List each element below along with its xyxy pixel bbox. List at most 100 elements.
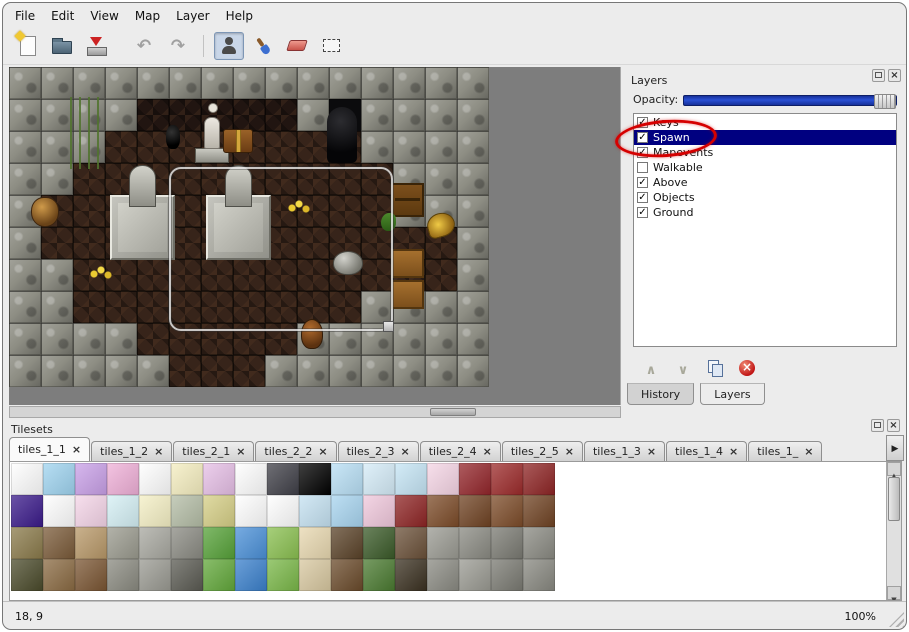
tileset-tile[interactable] — [139, 463, 171, 495]
tilesets-close-button[interactable] — [887, 419, 900, 432]
tileset-tab-tiles_2_3[interactable]: tiles_2_3 — [338, 441, 419, 461]
tileset-tile[interactable] — [523, 495, 555, 527]
tab-close-icon[interactable] — [647, 445, 656, 458]
tileset-tile[interactable] — [427, 463, 459, 495]
selection-rect[interactable] — [169, 167, 393, 331]
tileset-tab-tiles_1_[interactable]: tiles_1_ — [748, 441, 822, 461]
tab-history[interactable]: History — [627, 383, 694, 405]
tileset-tab-tiles_1_3[interactable]: tiles_1_3 — [584, 441, 665, 461]
tileset-tile[interactable] — [107, 527, 139, 559]
tileset-tile[interactable] — [11, 527, 43, 559]
layer-row-spawn[interactable]: ✓Spawn — [634, 130, 896, 145]
layer-row-above[interactable]: ✓Above — [634, 175, 896, 190]
tileset-tab-tiles_2_4[interactable]: tiles_2_4 — [420, 441, 501, 461]
layer-row-mapevents[interactable]: ✓Mapevents — [634, 145, 896, 160]
eraser-tool-button[interactable] — [282, 32, 312, 60]
tileset-tile[interactable] — [427, 559, 459, 591]
tileset-tile[interactable] — [491, 495, 523, 527]
tab-close-icon[interactable] — [400, 445, 409, 458]
select-tool-button[interactable] — [316, 32, 346, 60]
duplicate-layer-button[interactable] — [707, 360, 723, 376]
tab-close-icon[interactable] — [729, 445, 738, 458]
tileset-tab-tiles_1_4[interactable]: tiles_1_4 — [666, 441, 747, 461]
menu-item-file[interactable]: File — [7, 6, 43, 26]
tileset-tile[interactable] — [331, 559, 363, 591]
tileset-tile[interactable] — [203, 495, 235, 527]
tileset-vertical-scrollbar[interactable] — [886, 462, 901, 600]
tileset-tile[interactable] — [491, 463, 523, 495]
tileset-tile[interactable] — [43, 527, 75, 559]
tileset-tile[interactable] — [363, 559, 395, 591]
scrollbar-thumb[interactable] — [888, 477, 900, 521]
tileset-tile[interactable] — [75, 559, 107, 591]
tileset-tile[interactable] — [267, 463, 299, 495]
tileset-tile[interactable] — [139, 559, 171, 591]
tileset-tile[interactable] — [331, 495, 363, 527]
open-button[interactable] — [47, 32, 77, 60]
tileset-tile[interactable] — [43, 463, 75, 495]
layer-visibility-checkbox[interactable]: ✓ — [637, 207, 648, 218]
move-layer-up-button[interactable] — [643, 359, 659, 378]
tileset-tab-tiles_2_5[interactable]: tiles_2_5 — [502, 441, 583, 461]
selection-resize-handle[interactable] — [383, 321, 394, 332]
layer-visibility-checkbox[interactable]: ✓ — [637, 117, 648, 128]
tileset-tile[interactable] — [459, 463, 491, 495]
tileset-tile[interactable] — [363, 527, 395, 559]
undo-button[interactable] — [129, 32, 159, 60]
menu-item-view[interactable]: View — [82, 6, 126, 26]
tileset-tile[interactable] — [43, 559, 75, 591]
event-tool-button[interactable] — [214, 32, 244, 60]
tileset-tile[interactable] — [523, 527, 555, 559]
tab-close-icon[interactable] — [72, 443, 81, 456]
tileset-tile[interactable] — [267, 559, 299, 591]
tileset-tile[interactable] — [427, 527, 459, 559]
map-viewport[interactable] — [9, 67, 621, 405]
tileset-tile[interactable] — [523, 559, 555, 591]
tab-close-icon[interactable] — [565, 445, 574, 458]
tileset-tile[interactable] — [267, 527, 299, 559]
new-button[interactable] — [13, 32, 43, 60]
panel-close-button[interactable] — [888, 69, 901, 82]
tileset-tile[interactable] — [171, 527, 203, 559]
tileset-tile[interactable] — [171, 463, 203, 495]
tilesets-float-button[interactable] — [871, 419, 884, 432]
tileset-tile[interactable] — [203, 463, 235, 495]
tileset-tile[interactable] — [235, 463, 267, 495]
tileset-tile[interactable] — [427, 495, 459, 527]
tileset-tile[interactable] — [299, 463, 331, 495]
tileset-tile[interactable] — [75, 495, 107, 527]
tileset-tile[interactable] — [299, 495, 331, 527]
scrollbar-thumb[interactable] — [430, 408, 476, 416]
tileset-tile[interactable] — [171, 559, 203, 591]
redo-button[interactable] — [163, 32, 193, 60]
tileset-tab-tiles_2_2[interactable]: tiles_2_2 — [255, 441, 336, 461]
tileset-tile[interactable] — [11, 559, 43, 591]
tab-scroll-right-button[interactable] — [886, 435, 904, 461]
move-layer-down-button[interactable] — [675, 359, 691, 378]
tileset-tile[interactable] — [107, 495, 139, 527]
tileset-tile[interactable] — [395, 527, 427, 559]
tileset-tile[interactable] — [235, 495, 267, 527]
tab-layers[interactable]: Layers — [700, 383, 764, 405]
tileset-tile[interactable] — [43, 495, 75, 527]
tab-close-icon[interactable] — [236, 445, 245, 458]
tab-close-icon[interactable] — [154, 445, 163, 458]
tileset-tile[interactable] — [107, 559, 139, 591]
tileset-tile[interactable] — [459, 559, 491, 591]
tileset-tile[interactable] — [171, 495, 203, 527]
opacity-slider[interactable] — [683, 95, 897, 106]
tileset-tile[interactable] — [331, 527, 363, 559]
resize-grip[interactable] — [889, 612, 904, 627]
layer-row-objects[interactable]: ✓Objects — [634, 190, 896, 205]
layer-row-walkable[interactable]: Walkable — [634, 160, 896, 175]
tileset-tile[interactable] — [331, 463, 363, 495]
tileset-tile[interactable] — [299, 559, 331, 591]
tileset-tile[interactable] — [395, 495, 427, 527]
tab-close-icon[interactable] — [318, 445, 327, 458]
delete-layer-button[interactable] — [739, 360, 755, 376]
brush-tool-button[interactable] — [248, 32, 278, 60]
tileset-tile[interactable] — [395, 463, 427, 495]
scroll-down-button[interactable] — [887, 586, 901, 600]
tileset-tile[interactable] — [11, 463, 43, 495]
tileset-tile[interactable] — [459, 495, 491, 527]
